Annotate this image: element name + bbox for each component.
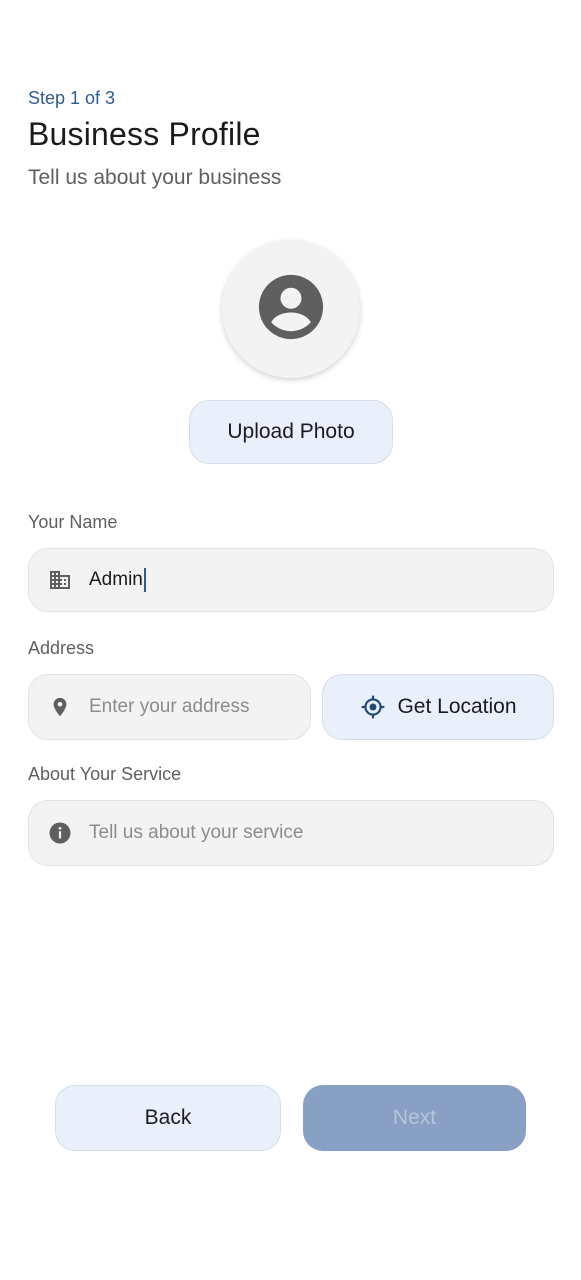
service-field[interactable]: Tell us about your service [28, 800, 554, 866]
service-label: About Your Service [28, 764, 182, 784]
info-icon [47, 820, 73, 846]
name-value: Admin [89, 569, 143, 591]
address-field[interactable]: Enter your address [28, 674, 311, 740]
text-cursor [143, 568, 146, 592]
name-field[interactable]: Admin [28, 548, 554, 612]
page-subtitle: Tell us about your business [28, 166, 282, 189]
account-circle-icon [256, 272, 326, 347]
page-title: Business Profile [28, 116, 261, 152]
upload-photo-button[interactable]: Upload Photo [189, 400, 393, 464]
location-pin-icon [47, 694, 73, 720]
my-location-icon [359, 693, 387, 721]
back-button[interactable]: Back [55, 1085, 281, 1151]
service-input[interactable]: Tell us about your service [89, 822, 303, 844]
name-input[interactable]: Admin [89, 568, 146, 592]
name-label: Your Name [28, 512, 118, 532]
get-location-label: Get Location [397, 695, 517, 718]
step-indicator: Step 1 of 3 [28, 88, 116, 108]
address-input[interactable]: Enter your address [89, 696, 250, 718]
building-icon [47, 567, 73, 593]
next-button[interactable]: Next [303, 1085, 526, 1151]
profile-photo[interactable] [222, 240, 360, 378]
get-location-button[interactable]: Get Location [322, 674, 554, 740]
address-label: Address [28, 638, 95, 658]
